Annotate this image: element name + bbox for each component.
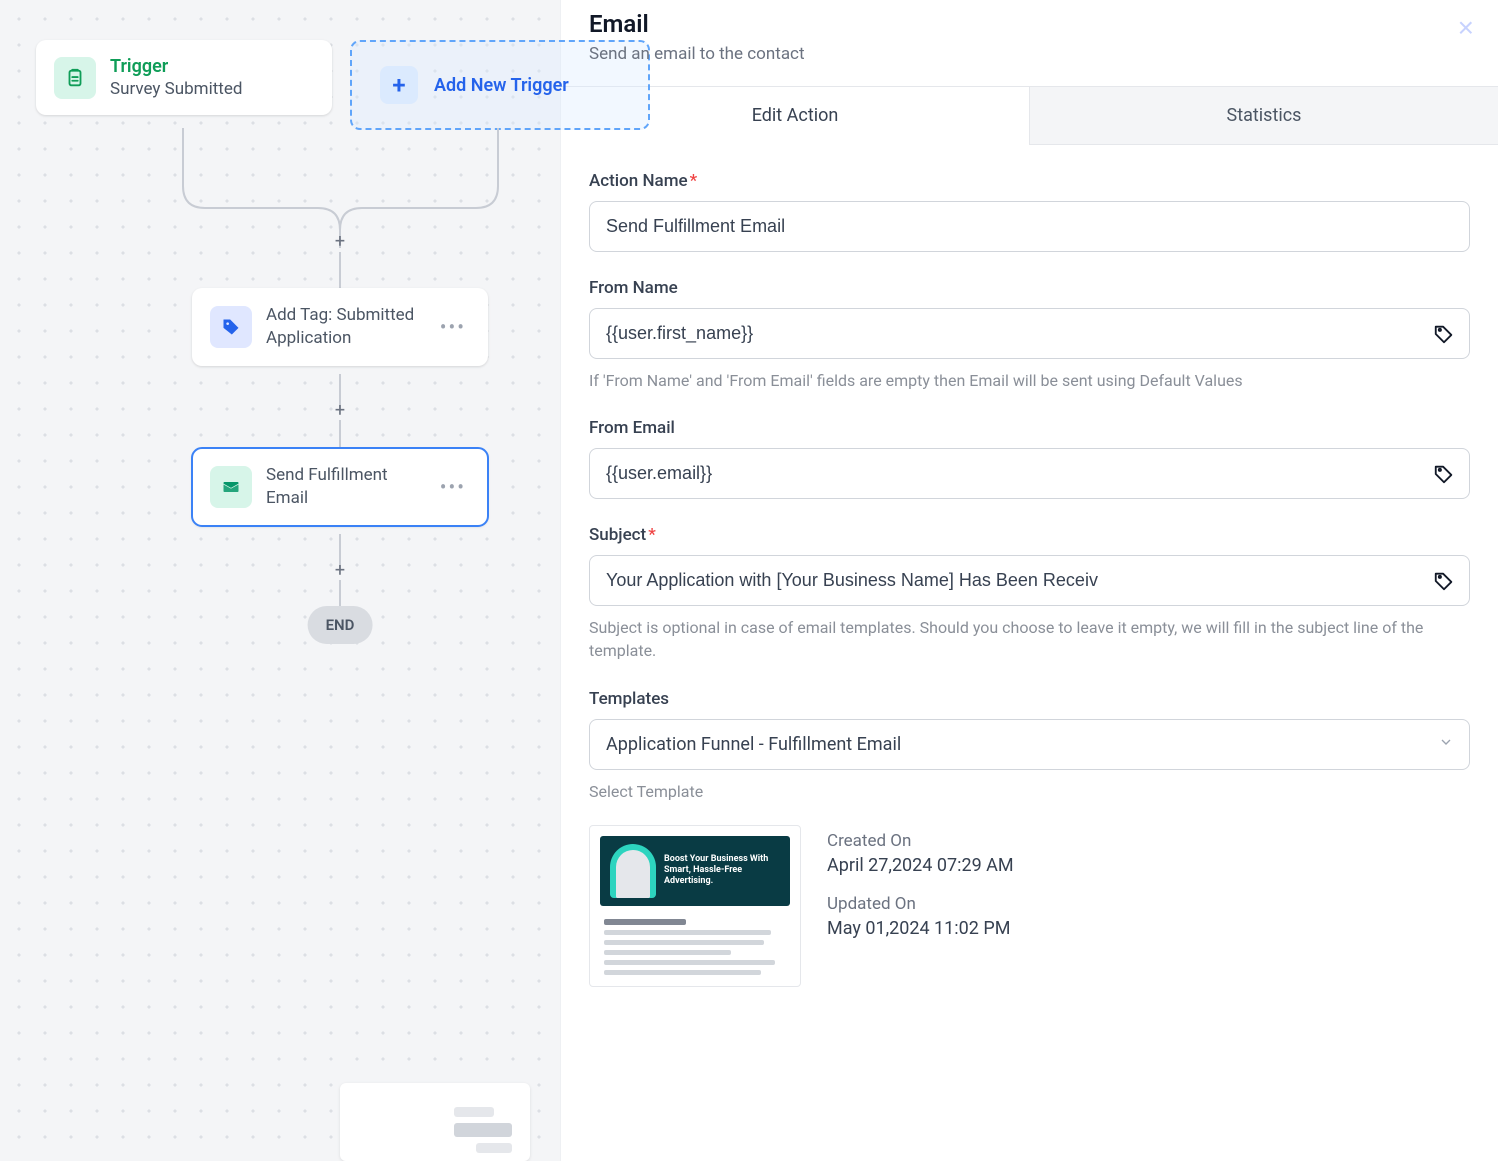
trigger-node[interactable]: Trigger Survey Submitted — [36, 40, 332, 115]
tab-statistics[interactable]: Statistics — [1029, 87, 1498, 145]
add-step-button-3[interactable]: + — [328, 558, 352, 582]
action-name-input[interactable] — [589, 201, 1470, 252]
updated-on-label: Updated On — [827, 894, 1014, 914]
edge-v1 — [339, 252, 341, 288]
close-button[interactable]: × — [1458, 14, 1474, 42]
tag-picker-button[interactable] — [1428, 458, 1460, 490]
subject-input[interactable] — [589, 555, 1470, 606]
from-name-input[interactable] — [589, 308, 1470, 359]
created-on-value: April 27,2024 07:29 AM — [827, 855, 1014, 876]
tag-icon — [210, 306, 252, 348]
tag-picker-button[interactable] — [1428, 565, 1460, 597]
trigger-title: Trigger — [110, 56, 242, 77]
close-icon: × — [1458, 12, 1474, 43]
panel-title: Email — [589, 10, 1470, 38]
tag-icon — [1433, 570, 1455, 592]
node-menu-button[interactable]: ••• — [436, 475, 470, 499]
plus-icon: + — [380, 66, 418, 104]
clipboard-icon — [54, 57, 96, 99]
updated-on-value: May 01,2024 11:02 PM — [827, 918, 1014, 939]
subject-label: Subject* — [589, 525, 1470, 545]
subject-help: Subject is optional in case of email tem… — [589, 616, 1470, 662]
email-node-label: Send Fulfillment Email — [266, 464, 422, 510]
panel-subtitle: Send an email to the contact — [589, 44, 1470, 64]
edge-v3 — [339, 420, 341, 448]
template-select[interactable]: Application Funnel - Fulfillment Email — [589, 719, 1470, 770]
from-name-help: If 'From Name' and 'From Email' fields a… — [589, 369, 1470, 392]
tag-icon — [1433, 323, 1455, 345]
tag-picker-button[interactable] — [1428, 318, 1460, 350]
tag-icon — [1433, 463, 1455, 485]
action-panel: Email Send an email to the contact × Edi… — [560, 0, 1498, 1161]
panel-tabs: Edit Action Statistics — [561, 86, 1498, 145]
node-menu-button[interactable]: ••• — [436, 315, 470, 339]
from-email-input[interactable] — [589, 448, 1470, 499]
minimap-preview[interactable] — [340, 1083, 530, 1161]
templates-help: Select Template — [589, 780, 1470, 803]
templates-label: Templates — [589, 689, 1470, 709]
add-step-button-2[interactable]: + — [328, 398, 352, 422]
from-name-label: From Name — [589, 278, 1470, 298]
template-hero-image — [610, 844, 656, 898]
template-hero-text: Boost Your Business With Smart, Hassle-F… — [664, 854, 780, 888]
template-preview[interactable]: Boost Your Business With Smart, Hassle-F… — [589, 825, 801, 987]
end-node: END — [308, 606, 373, 644]
add-trigger-label: Add New Trigger — [434, 75, 569, 96]
mail-icon — [210, 466, 252, 508]
workflow-canvas[interactable]: Trigger Survey Submitted + Add New Trigg… — [0, 0, 560, 1161]
tag-node-label: Add Tag: Submitted Application — [266, 304, 422, 350]
created-on-label: Created On — [827, 831, 1014, 851]
edge-v5 — [339, 580, 341, 606]
tag-node[interactable]: Add Tag: Submitted Application ••• — [192, 288, 488, 366]
from-email-label: From Email — [589, 418, 1470, 438]
action-name-label: Action Name* — [589, 171, 1470, 191]
trigger-subtitle: Survey Submitted — [110, 79, 242, 99]
email-node[interactable]: Send Fulfillment Email ••• — [192, 448, 488, 526]
add-step-button-1[interactable]: + — [328, 229, 352, 253]
